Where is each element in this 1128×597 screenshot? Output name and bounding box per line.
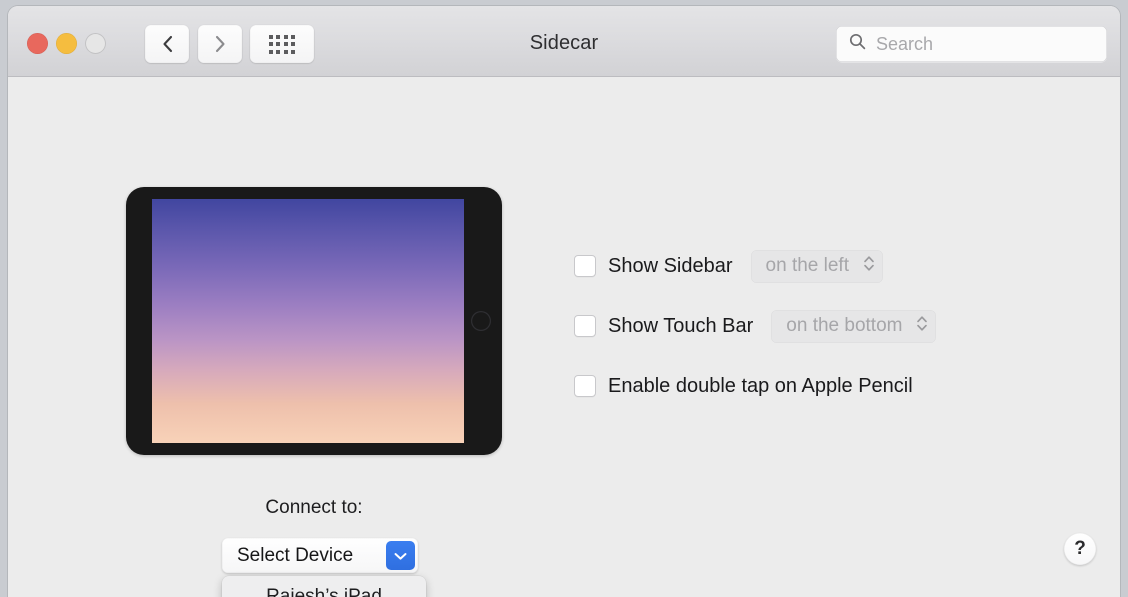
show-touch-bar-checkbox[interactable] — [574, 315, 596, 337]
sidebar-position-value: on the left — [765, 255, 849, 276]
option-row-show-sidebar: Show Sidebar on the left — [574, 247, 936, 285]
menu-item-device[interactable]: Rajesh’s iPad — [222, 582, 426, 597]
option-row-enable-double-tap: Enable double tap on Apple Pencil — [574, 367, 936, 405]
connect-to-label: Connect to: — [265, 497, 363, 518]
sidecar-options: Show Sidebar on the left Show Touch Bar … — [574, 247, 937, 405]
connect-to-control: Select Device Rajesh’s iPad — [222, 538, 426, 597]
sidebar-position-popup[interactable]: on the left — [750, 249, 883, 283]
preferences-window: Sidecar Search Connect to: Select Device — [8, 6, 1120, 597]
search-field[interactable]: Search — [836, 26, 1107, 62]
option-row-show-touch-bar: Show Touch Bar on the bottom — [574, 307, 937, 345]
search-icon — [849, 33, 866, 55]
device-popup-menu: Rajesh’s iPad — [222, 576, 426, 597]
help-icon: ? — [1074, 538, 1086, 559]
ipad-illustration — [126, 187, 502, 455]
enable-double-tap-checkbox[interactable] — [574, 375, 596, 397]
stepper-chevrons-icon — [863, 254, 875, 278]
stepper-chevrons-icon — [916, 314, 928, 338]
search-input[interactable]: Search — [876, 34, 933, 55]
help-button[interactable]: ? — [1064, 533, 1096, 565]
show-sidebar-label: Show Sidebar — [608, 254, 733, 277]
chevron-down-icon[interactable] — [386, 541, 415, 570]
touch-bar-position-value: on the bottom — [786, 315, 903, 336]
device-popup-value: Select Device — [237, 544, 354, 566]
show-sidebar-checkbox[interactable] — [574, 255, 596, 277]
touch-bar-position-popup[interactable]: on the bottom — [771, 309, 937, 343]
window-titlebar: Sidecar Search — [8, 6, 1120, 77]
home-button-icon — [471, 311, 491, 331]
device-popup-button[interactable]: Select Device — [222, 538, 418, 573]
preferences-body: Connect to: Select Device Rajesh’s iPad … — [8, 77, 1120, 597]
ipad-screen-wallpaper — [152, 199, 464, 443]
enable-double-tap-label: Enable double tap on Apple Pencil — [608, 374, 913, 397]
show-touch-bar-label: Show Touch Bar — [608, 314, 754, 337]
